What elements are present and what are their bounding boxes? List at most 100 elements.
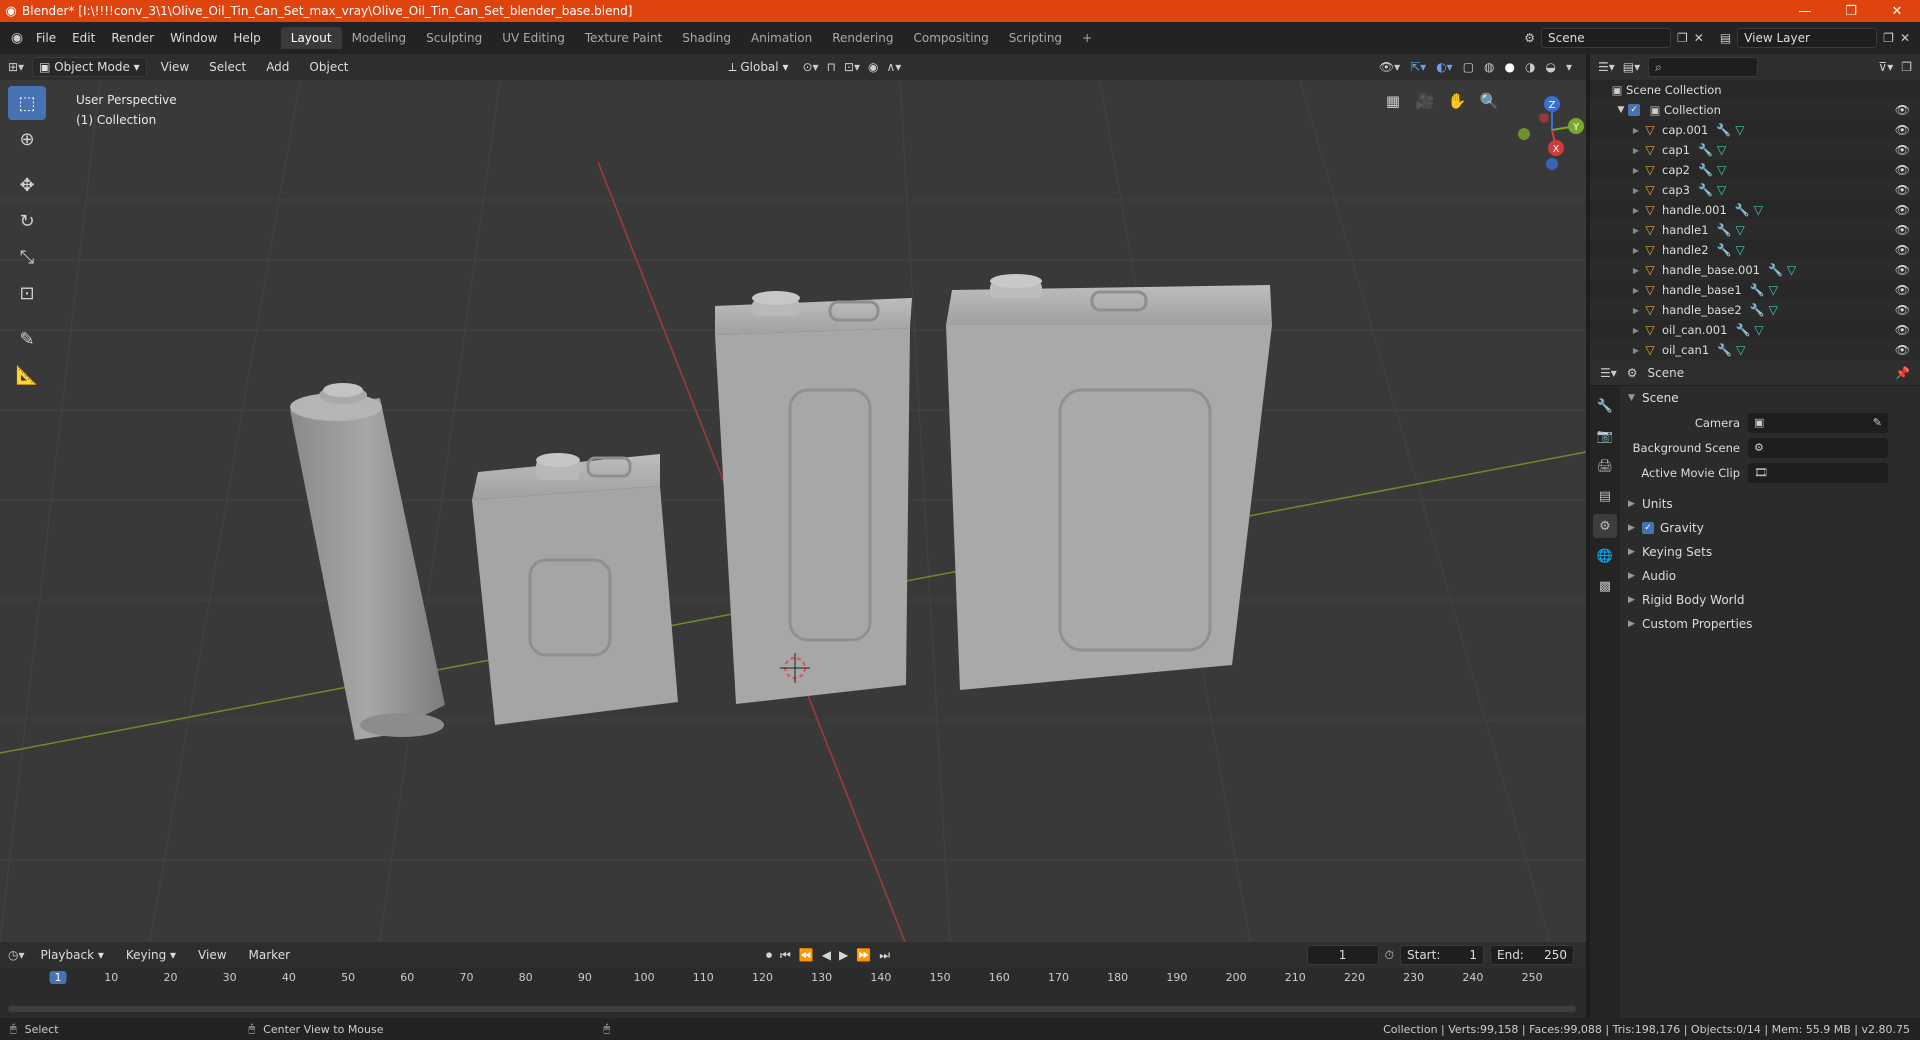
outliner-scene-collection[interactable]: ▣ Scene Collection [1590,80,1920,100]
wireframe-shading-icon[interactable]: ◍ [1484,60,1494,74]
outliner-item[interactable]: ▶ ▽ oil_can.001 🔧 ▽ 👁 [1590,320,1920,340]
outliner-item[interactable]: ▶ ▽ handle1 🔧 ▽ 👁 [1590,220,1920,240]
outliner-item[interactable]: ▶ ▽ cap.001 🔧 ▽ 👁 [1590,120,1920,140]
viewport-menu-view[interactable]: View [155,58,195,76]
outliner-item[interactable]: ▶ ▽ cap3 🔧 ▽ 👁 [1590,180,1920,200]
filter-icon[interactable]: ⊽▾ [1878,60,1893,74]
small-tin-can[interactable] [472,453,678,725]
timeline-menu-marker[interactable]: Marker [243,946,296,964]
camera-field[interactable]: ▣ ✎ [1748,412,1888,433]
visibility-eye-icon[interactable]: 👁 [1895,183,1910,197]
visibility-eye-icon[interactable]: 👁 [1895,103,1910,117]
zoom-icon[interactable]: 🔍 [1476,88,1502,114]
modifier-wrench-icon[interactable]: 🔧 [1716,123,1731,137]
mesh-data-icon[interactable]: ▽ [1717,163,1726,177]
camera-view-icon[interactable]: 🎥 [1412,88,1438,114]
subpanel-keying-sets[interactable]: ▶ Keying Sets [1620,539,1920,563]
menu-window[interactable]: Window [162,31,225,45]
output-tab-icon[interactable]: 🖨 [1593,454,1617,478]
background-scene-field[interactable]: ⚙ [1748,437,1888,458]
modifier-wrench-icon[interactable]: 🔧 [1717,223,1732,237]
tab-modeling[interactable]: Modeling [342,27,417,49]
render-tab-icon[interactable]: 📷 [1593,424,1617,448]
material-shading-icon[interactable]: ◑ [1525,60,1535,74]
outliner-item[interactable]: ▶ ▽ handle_base1 🔧 ▽ 👁 [1590,280,1920,300]
outliner-collection[interactable]: ▼ ✓ ▣ Collection 👁 [1590,100,1920,120]
shading-options-icon[interactable]: ▾ [1566,60,1572,74]
proportional-edit-icon[interactable]: ◉ [868,60,878,74]
expand-arrow-icon[interactable]: ▶ [1630,146,1642,155]
scene-panel-title[interactable]: ▼ Scene [1620,386,1920,410]
menu-file[interactable]: File [28,31,64,45]
visibility-eye-icon[interactable]: 👁 [1895,303,1910,317]
outliner-item[interactable]: ▶ ▽ handle_base.001 🔧 ▽ 👁 [1590,260,1920,280]
expand-arrow-icon[interactable]: ▶ [1630,286,1642,295]
cursor-tool-icon[interactable]: ⊕ [8,122,46,156]
view-layer-tab-icon[interactable]: ▤ [1593,484,1617,508]
outliner-item[interactable]: ▶ ▽ cap1 🔧 ▽ 👁 [1590,140,1920,160]
close-button[interactable]: ✕ [1874,4,1920,19]
mesh-data-icon[interactable]: ▽ [1769,283,1778,297]
expand-arrow-icon[interactable]: ▶ [1630,126,1642,135]
timeline-menu-playback[interactable]: Playback ▾ [35,946,110,964]
tab-compositing[interactable]: Compositing [903,27,998,49]
3d-viewport[interactable]: ⬚ ⊕ ✥ ↻ ⤡ ⊡ ✎ 📐 User Perspective (1) Col… [0,80,1586,942]
prev-keyframe-icon[interactable]: ⏪ [799,948,814,963]
active-movie-clip-field[interactable]: 🎞 [1748,462,1888,483]
pin-icon[interactable]: 📌 [1895,366,1910,380]
visibility-eye-icon[interactable]: 👁 [1895,263,1910,277]
scene-tab-icon[interactable]: ⚙ [1593,514,1617,538]
texture-tab-icon[interactable]: ▩ [1593,574,1617,598]
mesh-data-icon[interactable]: ▽ [1735,123,1744,137]
move-tool-icon[interactable]: ✥ [8,168,46,202]
visibility-eye-icon[interactable]: 👁 [1895,323,1910,337]
select-box-tool-icon[interactable]: ⬚ [8,86,46,120]
subpanel-gravity[interactable]: ▶ ✓ Gravity [1620,515,1920,539]
orientation-selector[interactable]: ⟂ Global ▾ [723,58,795,77]
rendered-shading-icon[interactable]: ◒ [1545,60,1555,74]
falloff-icon[interactable]: ∧▾ [886,60,901,74]
expand-arrow-icon[interactable]: ▶ [1630,346,1642,355]
menu-help[interactable]: Help [225,31,268,45]
world-tab-icon[interactable]: 🌐 [1593,544,1617,568]
mesh-data-icon[interactable]: ▽ [1735,223,1744,237]
expand-arrow-icon[interactable]: ▶ [1630,326,1642,335]
delete-scene-icon[interactable]: ✕ [1694,31,1704,45]
tab-sculpting[interactable]: Sculpting [416,27,492,49]
modifier-wrench-icon[interactable]: 🔧 [1698,183,1713,197]
visibility-eye-icon[interactable]: 👁 [1895,203,1910,217]
tool-tab-icon[interactable]: 🔧 [1593,394,1617,418]
visibility-eye-icon[interactable]: 👁 [1895,343,1910,357]
menu-render[interactable]: Render [103,31,162,45]
overlay-toggle-icon[interactable]: ◐▾ [1436,60,1453,74]
subpanel-rigid-body-world[interactable]: ▶ Rigid Body World [1620,587,1920,611]
outliner-editor-icon[interactable]: ☰▾ [1598,60,1615,74]
next-keyframe-icon[interactable]: ⏩ [856,948,871,963]
visibility-eye-icon[interactable]: 👁 [1895,123,1910,137]
navigation-gizmo[interactable]: Z Y X [1514,90,1584,170]
expand-arrow-icon[interactable]: ▶ [1630,306,1642,315]
expand-arrow-icon[interactable]: ▶ [1630,266,1642,275]
mesh-data-icon[interactable]: ▽ [1717,183,1726,197]
scene-selector[interactable]: Scene [1541,28,1671,48]
visibility-eye-icon[interactable]: 👁 [1895,223,1910,237]
delete-view-layer-icon[interactable]: ✕ [1900,31,1910,45]
timeline-editor-icon[interactable]: ◷▾ [8,948,25,962]
eyedropper-icon[interactable]: ✎ [1873,416,1882,429]
viewport-menu-select[interactable]: Select [203,58,252,76]
mesh-data-icon[interactable]: ▽ [1787,263,1796,277]
tab-texture-paint[interactable]: Texture Paint [575,27,672,49]
tab-scripting[interactable]: Scripting [999,27,1072,49]
modifier-wrench-icon[interactable]: 🔧 [1750,303,1765,317]
modifier-wrench-icon[interactable]: 🔧 [1717,343,1732,357]
timeline-menu-view[interactable]: View [192,946,232,964]
editor-type-icon[interactable]: ⊞▾ [8,60,24,74]
jump-start-icon[interactable]: ⏮ [780,948,791,963]
properties-editor-icon[interactable]: ☰▾ [1600,366,1617,380]
modifier-wrench-icon[interactable]: 🔧 [1698,163,1713,177]
modifier-wrench-icon[interactable]: 🔧 [1768,263,1783,277]
tab-layout[interactable]: Layout [280,27,342,49]
mesh-data-icon[interactable]: ▽ [1754,323,1763,337]
new-scene-icon[interactable]: ❐ [1677,31,1688,45]
outliner-item[interactable]: ▶ ▽ oil_can1 🔧 ▽ 👁 [1590,340,1920,360]
